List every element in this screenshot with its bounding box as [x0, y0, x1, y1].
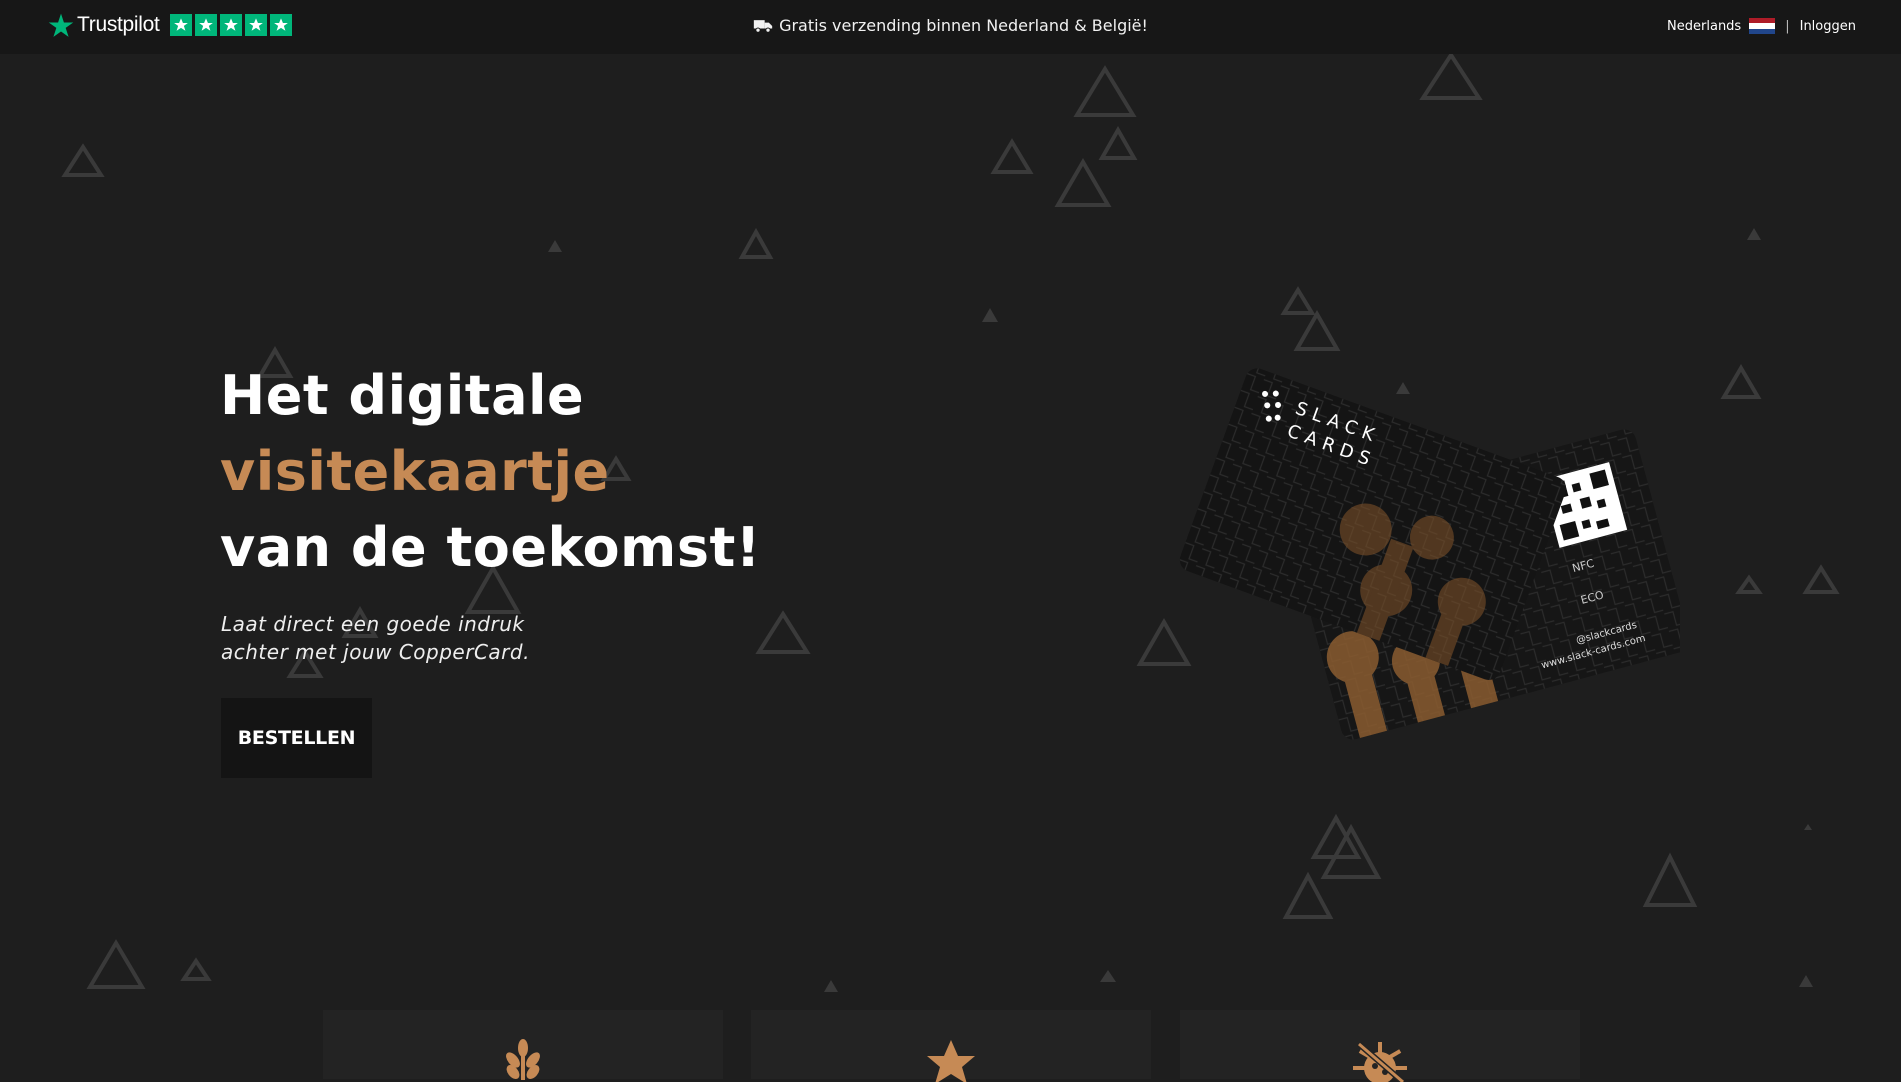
netherlands-flag-icon[interactable] [1749, 18, 1776, 34]
language-selector[interactable]: Nederlands [1667, 19, 1741, 34]
front-card: SLACK CARDS [1179, 368, 1567, 680]
feature-card-1 [323, 1010, 723, 1080]
feature-card-2 [751, 1010, 1151, 1082]
hero-title-line-3: van de toekomst! [220, 516, 761, 579]
hero-subtitle-line-2: achter met jouw CopperCard. [221, 640, 530, 664]
virus-slash-icon [1353, 1041, 1407, 1082]
login-link[interactable]: Inloggen [1800, 19, 1856, 34]
hero-title-line-2: visitekaartje [220, 440, 610, 503]
order-button[interactable]: BESTELLEN [221, 698, 372, 778]
hero-subtitle-line-1: Laat direct een goede indruk [221, 612, 525, 636]
wheat-icon [506, 1039, 540, 1080]
product-cards-image: NFC ECO @slackcards www.slack-cards.com … [1179, 368, 1680, 740]
star-icon [927, 1040, 975, 1082]
shipping-text: Gratis verzending binnen Nederland & Bel… [779, 16, 1148, 35]
top-right-nav: Nederlands | Inloggen [1667, 18, 1856, 34]
feature-card-3 [1180, 1010, 1580, 1082]
truck-icon [753, 20, 773, 33]
shipping-banner: Gratis verzending binnen Nederland & Bel… [0, 16, 1901, 35]
hero-title: Het digitale visitekaartje van de toekom… [220, 358, 761, 586]
hero-subtitle: Laat direct een goede indruk achter met … [221, 610, 530, 666]
hero-title-line-1: Het digitale [220, 364, 585, 427]
top-bar: Trustpilot Gratis verzending binnen Nede… [0, 0, 1901, 54]
nav-separator: | [1785, 18, 1790, 34]
